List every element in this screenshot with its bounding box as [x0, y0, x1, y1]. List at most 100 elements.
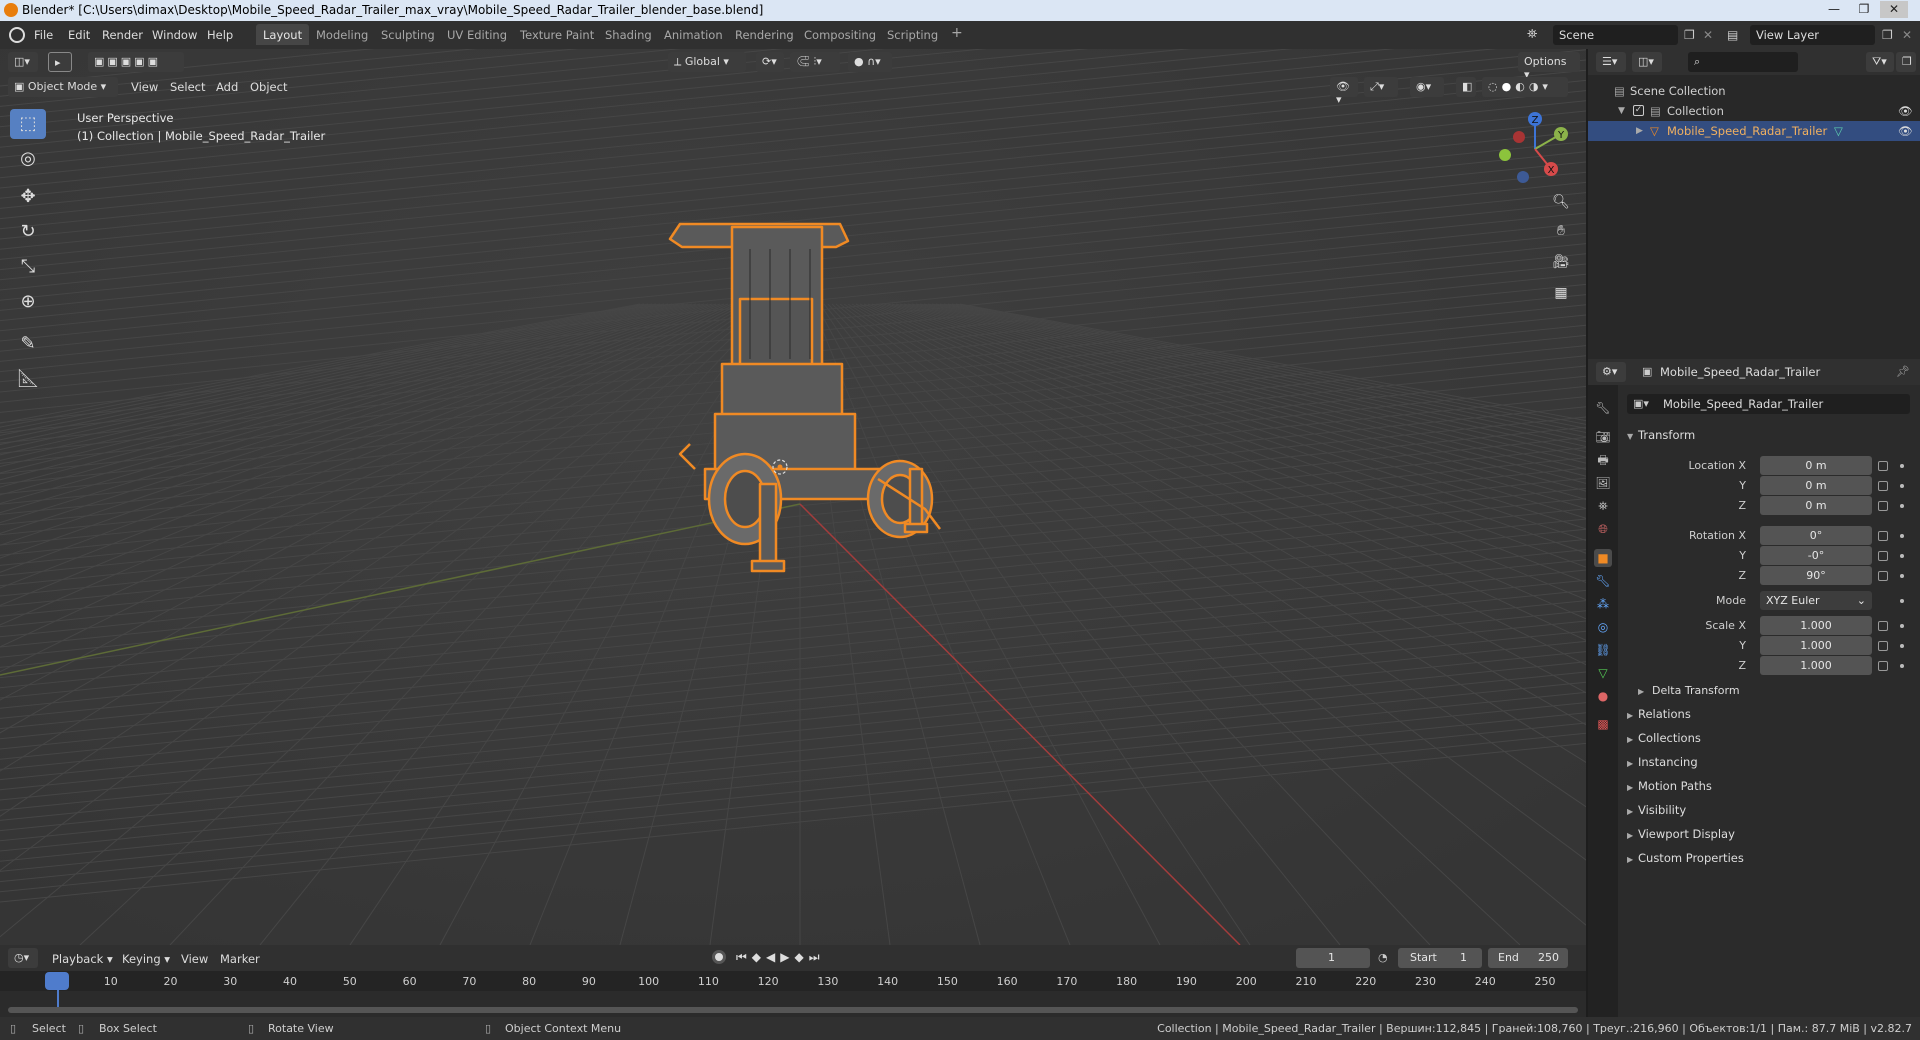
properties-editor-type-icon[interactable]: ⚙▾ [1596, 362, 1626, 382]
keyframe-dot-icon[interactable] [1900, 484, 1904, 488]
object-mode-dropdown[interactable]: ▣ Object Mode ▾ [8, 77, 118, 97]
tab-compositing[interactable]: Compositing [797, 24, 883, 45]
record-button[interactable] [712, 950, 726, 964]
proportional-editing-icon[interactable]: ● ∩▾ [848, 52, 892, 72]
measure-tool-icon[interactable]: 📐︎ [10, 364, 46, 394]
annotate-tool-icon[interactable]: ✎ [10, 329, 46, 359]
display-mode-icon[interactable]: ◫▾ [1632, 52, 1662, 72]
scale-x-field[interactable]: 1.000 [1760, 616, 1872, 635]
lock-icon[interactable] [1878, 551, 1888, 561]
new-view-layer-icon[interactable]: ❐ [1882, 28, 1893, 42]
lock-icon[interactable] [1878, 481, 1888, 491]
constraints-tab-icon[interactable]: ⛓︎ [1594, 641, 1612, 659]
lock-icon[interactable] [1878, 461, 1888, 471]
overlays-toggle-icon[interactable]: ◉▾ [1410, 77, 1444, 97]
custom-properties-panel-title[interactable]: Custom Properties [1638, 851, 1744, 865]
instancing-panel-title[interactable]: Instancing [1638, 755, 1698, 769]
output-tab-icon[interactable]: 🖶 [1594, 451, 1612, 469]
collection-visibility-icon[interactable]: 👁︎ [1898, 104, 1913, 118]
rotate-tool-icon[interactable]: ↻ [10, 217, 46, 247]
editor-type-icon[interactable]: ◫▾ [8, 52, 38, 72]
keyframe-dot-icon[interactable] [1900, 644, 1904, 648]
minimize-button[interactable]: — [1820, 1, 1848, 18]
modifier-tab-icon[interactable]: 🔧︎ [1594, 572, 1612, 590]
select-box-tool-icon[interactable]: ⬚ [10, 109, 46, 139]
pin-icon[interactable]: 📌︎ [1896, 365, 1910, 378]
xray-toggle-icon[interactable]: ◧ [1456, 77, 1476, 97]
current-frame-field[interactable]: 1 [1296, 948, 1370, 968]
pivot-point-icon[interactable]: ⟳▾ [756, 52, 784, 72]
blender-menu-icon[interactable] [9, 27, 25, 43]
location-z-field[interactable]: 0 m [1760, 496, 1872, 515]
rotation-x-field[interactable]: 0° [1760, 526, 1872, 545]
outliner-panel[interactable]: ▤ Scene Collection ▼ ✓ ▤ Collection 👁︎ ▶… [1588, 49, 1920, 359]
menu-edit[interactable]: Edit [68, 28, 90, 42]
pan-hand-icon[interactable]: ✋︎ [1550, 223, 1572, 245]
outliner-row-object[interactable]: ▶ ▽ Mobile_Speed_Radar_Trailer ▽ 👁︎ [1588, 121, 1920, 141]
panel-expand-icon[interactable]: ▶ [1627, 807, 1633, 816]
keyframe-dot-icon[interactable] [1900, 464, 1904, 468]
add-workspace-button[interactable]: + [944, 24, 970, 45]
timeline-ruler[interactable]: 1102030405060708090100110120130140150160… [0, 971, 1586, 1017]
collapse-arrow-icon[interactable]: ▼ [1618, 106, 1625, 116]
options-dropdown[interactable]: Options ▾ [1518, 52, 1580, 81]
tab-texture-paint[interactable]: Texture Paint [513, 24, 601, 45]
viewport-menu-select[interactable]: Select [170, 80, 205, 94]
timeline-menu-playback[interactable]: Playback ▾ [52, 952, 113, 966]
menu-window[interactable]: Window [152, 28, 197, 42]
playback-controls[interactable]: ⏮◆◀▶◆⏭ [736, 950, 825, 965]
visibility-icon[interactable]: 👁︎▾ [1330, 77, 1358, 106]
gizmo-toggle-icon[interactable]: ⤢▾ [1364, 77, 1398, 97]
timeline-editor-type-icon[interactable]: ◷▾ [8, 948, 38, 968]
snapping-icon[interactable]: 🧲︎ ⫶▾ [790, 52, 840, 72]
transform-tool-icon[interactable]: ⊕ [10, 287, 46, 317]
maximize-button[interactable]: ❐ [1850, 1, 1878, 18]
cursor-tool-icon[interactable]: ◎ [10, 144, 46, 174]
panel-expand-icon[interactable]: ▶ [1627, 855, 1633, 864]
lock-icon[interactable] [1878, 641, 1888, 651]
view-layer-selector[interactable]: View Layer [1750, 25, 1875, 45]
panel-expand-icon[interactable]: ▶ [1627, 711, 1633, 720]
timeline-menu-keying[interactable]: Keying ▾ [122, 952, 170, 966]
shading-mode-buttons[interactable]: ◌●◐◑▾ [1482, 77, 1568, 97]
playhead[interactable] [45, 972, 69, 990]
tool-tab-icon[interactable]: 🔧︎ [1594, 399, 1612, 417]
transform-panel-title[interactable]: Transform [1638, 428, 1695, 442]
lock-icon[interactable] [1878, 501, 1888, 511]
trailer-model[interactable] [660, 169, 1020, 589]
menu-help[interactable]: Help [207, 28, 233, 42]
outliner-editor-type-icon[interactable]: ☰▾ [1596, 52, 1626, 72]
panel-expand-icon[interactable]: ▶ [1627, 735, 1633, 744]
view-layer-tab-icon[interactable]: 🖼︎ [1594, 474, 1612, 492]
keyframe-dot-icon[interactable] [1900, 534, 1904, 538]
filter-icon[interactable]: ⛛▾ [1866, 52, 1894, 72]
menu-file[interactable]: File [34, 28, 53, 42]
tab-rendering[interactable]: Rendering [728, 24, 801, 45]
collections-panel-title[interactable]: Collections [1638, 731, 1701, 745]
motion-paths-panel-title[interactable]: Motion Paths [1638, 779, 1712, 793]
end-frame-field[interactable]: End 250 [1488, 948, 1568, 968]
render-tab-icon[interactable]: 📷︎ [1594, 428, 1612, 446]
keyframe-dot-icon[interactable] [1900, 624, 1904, 628]
lock-icon[interactable] [1878, 621, 1888, 631]
rotation-mode-dropdown[interactable]: XYZ Euler ⌄ [1760, 591, 1872, 610]
tab-animation[interactable]: Animation [657, 24, 730, 45]
delete-view-layer-icon[interactable]: ✕ [1902, 28, 1912, 42]
material-tab-icon[interactable]: ● [1594, 687, 1612, 705]
location-x-field[interactable]: 0 m [1760, 456, 1872, 475]
tab-scripting[interactable]: Scripting [880, 24, 945, 45]
select-mode-icon[interactable]: ▸ [48, 52, 72, 72]
delta-transform-label[interactable]: Delta Transform [1652, 684, 1740, 697]
world-tab-icon[interactable]: 🌐︎ [1594, 520, 1612, 538]
rotation-z-field[interactable]: 90° [1760, 566, 1872, 585]
scale-tool-icon[interactable]: ⤡ [10, 252, 46, 282]
outliner-row-scene-collection[interactable]: ▤ Scene Collection [1588, 81, 1920, 101]
viewport-menu-object[interactable]: Object [250, 80, 287, 94]
object-visibility-icon[interactable]: 👁︎ [1898, 124, 1913, 138]
panel-expand-icon[interactable]: ▶ [1627, 783, 1633, 792]
location-y-field[interactable]: 0 m [1760, 476, 1872, 495]
selection-mode-buttons[interactable]: ▣▣▣▣▣ [88, 52, 184, 72]
new-collection-icon[interactable]: ❐ [1896, 52, 1916, 72]
outliner-row-collection[interactable]: ▼ ✓ ▤ Collection 👁︎ [1588, 101, 1920, 121]
visibility-panel-title[interactable]: Visibility [1638, 803, 1686, 817]
